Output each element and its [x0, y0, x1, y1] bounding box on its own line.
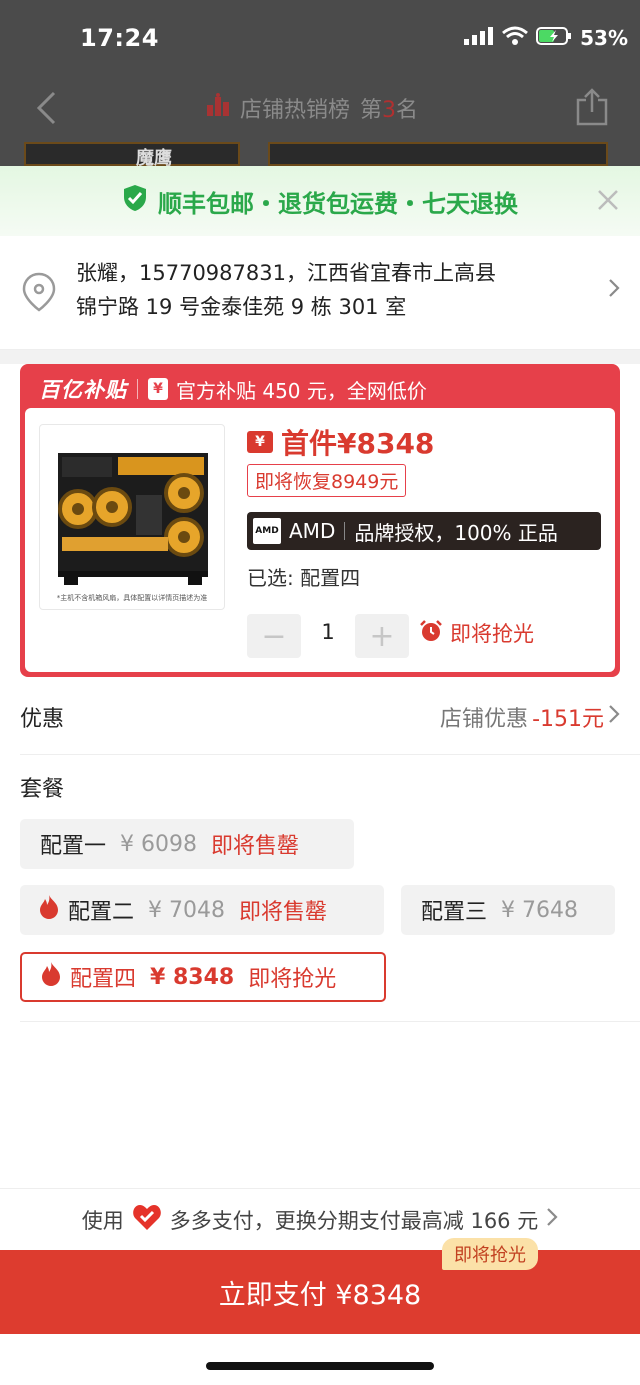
pay-now-button[interactable]: 立即支付 ¥8348: [0, 1250, 640, 1334]
product-image[interactable]: *主机不含机箱风扇，具体配置以详情页描述为准: [39, 424, 225, 610]
product-summary: *主机不含机箱风扇，具体配置以详情页描述为准 ¥ 首件¥8348 即将恢复894…: [25, 408, 615, 672]
close-icon[interactable]: [596, 188, 620, 216]
brand-description: 品牌授权，100% 正品: [354, 520, 558, 545]
discount-label: 优惠: [20, 707, 65, 732]
nav-title[interactable]: 店铺热销榜 第3名: [206, 92, 418, 124]
nav-rank-number: 3: [382, 98, 397, 123]
package-option-name: 配置二: [68, 900, 135, 925]
package-option-3[interactable]: 配置三 ¥ 7648: [401, 885, 615, 935]
shipping-banner: 顺丰包邮・退货包运费・七天退换: [0, 166, 640, 236]
nav-title-text: 店铺热销榜: [240, 98, 351, 123]
address-line-1: 张耀，15770987831，江西省宜春市上高县: [76, 261, 496, 285]
quantity-increase-button[interactable]: +: [355, 614, 409, 658]
price-tag-icon: ¥: [247, 431, 273, 453]
pc-case-image: [58, 453, 208, 585]
address-text: 张耀，15770987831，江西省宜春市上高县 锦宁路 19 号金泰佳苑 9 …: [76, 256, 496, 324]
package-section: 套餐 配置一 ¥ 6098 即将售罄 配置二 ¥ 7048 即将售罄 配置三 ¥…: [20, 755, 640, 1022]
divider: [137, 379, 138, 399]
nav-bar: 店铺热销榜 第3名: [0, 78, 640, 140]
nav-rank: 第3名: [360, 92, 418, 124]
background-thumbnail: 魔鹰: [24, 142, 240, 169]
status-bar: 17:24 53%: [0, 0, 640, 78]
nav-rank-prefix: 第: [360, 98, 383, 123]
nav-rank-suffix: 名: [396, 98, 419, 123]
stock-status: 即将抢光: [419, 618, 534, 648]
pay-button-badge: 即将抢光: [442, 1238, 538, 1270]
address-row[interactable]: 张耀，15770987831，江西省宜春市上高县 锦宁路 19 号金泰佳苑 9 …: [0, 236, 640, 350]
wifi-icon: [502, 26, 529, 50]
package-option-price: ¥ 8348: [150, 964, 235, 990]
chevron-right-icon: [608, 704, 620, 730]
share-icon[interactable]: [576, 88, 608, 130]
price-restore-badge: 即将恢复8949元: [247, 464, 407, 497]
package-option-price: ¥ 6098: [120, 831, 197, 857]
first-item-price: 首件¥8348: [281, 427, 435, 460]
quantity-decrease-button[interactable]: −: [247, 614, 301, 658]
location-pin-icon: [22, 272, 56, 316]
brand-authorization-bar: AMD AMD 品牌授权，100% 正品: [247, 512, 601, 550]
chevron-right-icon: [546, 1207, 558, 1232]
subsidy-logo: 百亿补贴: [39, 378, 127, 402]
discount-amount: -151元: [532, 707, 604, 732]
signal-icon: [464, 26, 494, 50]
battery-icon: [536, 26, 572, 50]
package-option-status: 即将抢光: [248, 967, 337, 992]
installment-hint[interactable]: 使用 多多支付，更换分期支付最高减 166 元: [0, 1188, 640, 1250]
discount-prefix: 店铺优惠: [440, 707, 529, 732]
product-caption: *主机不含机箱风扇，具体配置以详情页描述为准: [56, 594, 208, 602]
price-row: ¥ 首件¥8348: [247, 422, 434, 462]
package-option-price: ¥ 7048: [148, 897, 225, 923]
back-icon[interactable]: [34, 90, 60, 130]
coupon-icon: ¥: [148, 378, 168, 400]
subsidy-header: 百亿补贴 ¥ 官方补贴 450 元，全网低价: [25, 370, 615, 408]
background-thumbnails: 魔鹰: [0, 142, 640, 169]
divider: [344, 522, 346, 540]
installment-hint-text: 多多支付，更换分期支付最高减 166 元: [169, 1208, 539, 1233]
shipping-banner-text: 顺丰包邮・退货包运费・七天退换: [158, 189, 518, 218]
stock-status-text: 即将抢光: [450, 622, 534, 646]
battery-percent: 53%: [580, 26, 628, 50]
flame-icon: [40, 961, 62, 993]
amd-logo: AMD: [253, 518, 281, 544]
discount-row[interactable]: 优惠 店铺优惠 -151元: [20, 677, 640, 755]
chevron-right-icon: [608, 278, 620, 302]
flame-icon: [38, 894, 60, 926]
quantity-value[interactable]: 1: [311, 620, 345, 644]
package-option-status: 即将售罄: [239, 900, 328, 925]
installment-hint-prefix: 使用: [81, 1208, 124, 1233]
package-option-name: 配置一: [40, 834, 107, 859]
package-option-name: 配置四: [70, 967, 137, 992]
alarm-clock-icon: [419, 619, 443, 648]
brand-name: AMD: [289, 519, 336, 543]
package-option-price: ¥ 7648: [501, 897, 578, 923]
heart-wallet-icon: [132, 1203, 162, 1236]
ranking-icon: [206, 93, 230, 123]
checkout-sheet: 顺丰包邮・退货包运费・七天退换 张耀，15770987831，江西省宜春市上高县…: [0, 166, 640, 1385]
subsidy-card: 百亿补贴 ¥ 官方补贴 450 元，全网低价 *主机不含机箱风扇，具体配置以详情…: [20, 364, 620, 677]
status-icons: 53%: [464, 26, 628, 50]
package-option-4[interactable]: 配置四 ¥ 8348 即将抢光: [20, 952, 386, 1002]
status-time: 17:24: [80, 24, 159, 52]
address-line-2: 锦宁路 19 号金泰佳苑 9 栋 301 室: [76, 295, 407, 319]
shipping-banner-content: 顺丰包邮・退货包运费・七天退换: [122, 184, 518, 219]
package-title: 套餐: [20, 777, 65, 802]
subsidy-text: 官方补贴 450 元，全网低价: [176, 378, 427, 403]
home-indicator[interactable]: [206, 1362, 434, 1370]
background-thumbnail: [268, 142, 608, 166]
selected-config: 已选: 配置四: [247, 566, 361, 590]
package-option-2[interactable]: 配置二 ¥ 7048 即将售罄: [20, 885, 384, 935]
package-option-name: 配置三: [421, 900, 488, 925]
section-divider: [0, 350, 640, 364]
shield-check-icon: [122, 184, 148, 218]
package-option-status: 即将售罄: [211, 834, 300, 859]
background-page: 17:24 53% 店铺热销榜 第3名 魔鹰: [0, 0, 640, 170]
discount-value: 店铺优惠 -151元: [440, 701, 620, 733]
package-option-1[interactable]: 配置一 ¥ 6098 即将售罄: [20, 819, 354, 869]
